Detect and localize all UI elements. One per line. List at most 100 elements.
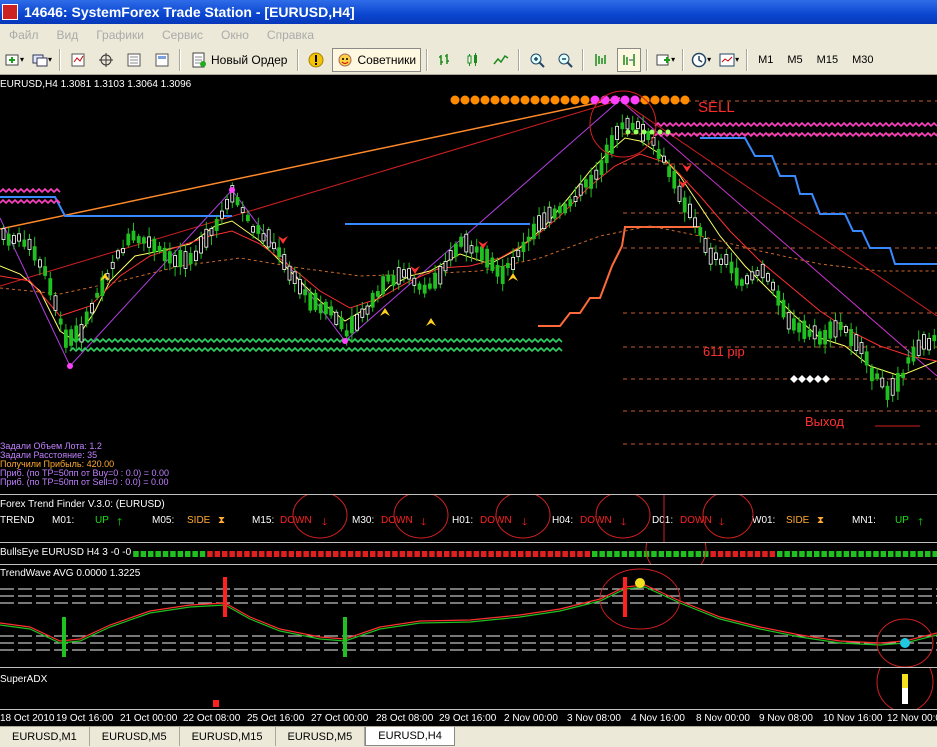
bullseye-square [562,551,568,557]
candle-body [95,292,99,298]
candle-body [141,237,146,244]
tester-button[interactable] [150,48,174,72]
indicators-icon [656,54,671,65]
expert-info: Задали Объем Лота: 1.2 Задали Расстояние… [0,442,169,487]
candle-body [615,125,619,141]
menu-tools[interactable]: Сервис [153,28,212,42]
candle-body [339,317,344,330]
bullseye-square [495,551,502,557]
signal-dot [510,95,520,105]
bullseye-square [606,551,613,557]
bullseye-square [244,551,250,557]
annotation-circle [495,495,551,539]
timeframe-m30[interactable]: M30 [845,54,880,66]
navigator-button[interactable] [94,48,118,72]
market-watch-button[interactable] [66,48,90,72]
time-axis: 18 Oct 2010 19 Oct 16:00 21 Oct 00:00 22… [0,709,937,726]
toolbar-separator [518,48,521,71]
auto-scroll-button[interactable] [589,48,613,72]
candle-body [74,325,79,341]
candle-body [245,214,250,222]
time-label: 10 Nov 16:00 [823,713,883,724]
zoom-in-button[interactable] [525,48,549,72]
annotation-circle [595,495,651,539]
profiles-button[interactable]: ▾ [30,48,54,72]
candle-body [620,122,625,130]
zoom-out-button[interactable] [553,48,577,72]
trend-finder-panel[interactable]: Forex Trend Finder V.3.0: (EURUSD) TREND… [0,494,937,543]
indicators-button[interactable]: ▾ [653,48,677,72]
tab-eurusd-m1[interactable]: EURUSD,M1 [0,727,90,746]
bullseye-square [362,551,369,557]
periods-button[interactable]: ▾ [689,48,713,72]
menu-file[interactable]: Файл [0,28,48,42]
candle-chart-button[interactable] [461,48,485,72]
new-chart-button[interactable]: ▾ [2,48,26,72]
timeframe-m5[interactable]: M5 [780,54,809,66]
candle-body [209,228,214,236]
candle-body [443,261,448,272]
experts-button[interactable]: Советники [332,47,422,72]
bullseye-square [902,551,909,557]
candle-body [838,322,843,331]
candle-body [188,252,193,264]
candle-body [729,261,734,274]
candle-body [178,249,183,268]
menu-window[interactable]: Окно [212,28,258,42]
candle-body [433,272,438,289]
candle-body [287,265,292,281]
signal-arrows [100,164,692,326]
bullseye-panel[interactable]: BullsEye EURUSD H4 3 -0 -0 [0,542,937,565]
terminal-button[interactable] [122,48,146,72]
trendwave-panel[interactable]: TrendWave AVG 0.0000 1.3225 [0,564,937,668]
bullseye-square [858,551,864,557]
time-label: 2 Nov 00:00 [504,713,558,724]
candle-body [526,236,531,242]
bullseye-square [370,551,376,557]
candle-body [464,233,469,253]
trend-line-orange [0,97,621,230]
trend-annotations [292,495,754,543]
price-chart[interactable]: EURUSD,H4 1.3081 1.3103 1.3064 1.3096 SE… [0,76,937,494]
candle-body [844,326,848,333]
bullseye-square [518,551,524,557]
buy-arrow [426,318,436,326]
signal-dot [670,95,680,105]
bullseye-square [814,551,820,557]
signal-dot [520,95,530,105]
time-label: 12 Nov 00:00 [887,713,937,724]
pink-band [654,121,937,128]
candle-body [812,325,817,340]
menu-help[interactable]: Справка [258,28,323,42]
timeframe-m15[interactable]: M15 [810,54,845,66]
candle-body [261,233,266,242]
tab-eurusd-m5-second[interactable]: EURUSD,M5 [275,727,366,746]
candle-body [183,251,188,269]
tab-eurusd-m15[interactable]: EURUSD,M15 [179,727,276,746]
ma-slow-line [0,153,937,362]
line-chart-button[interactable] [489,48,513,72]
new-order-button[interactable]: Новый Ордер [186,48,292,72]
menu-charts[interactable]: Графики [87,28,153,42]
bullseye-square [880,551,887,557]
tab-eurusd-m5[interactable]: EURUSD,M5 [89,727,180,746]
candle-body [901,372,905,379]
bar-chart-button[interactable] [433,48,457,72]
candle-body [776,290,781,306]
bullseye-square [584,551,591,557]
chart-shift-button[interactable] [617,47,642,72]
bullseye-square [399,551,406,557]
alert-button[interactable] [304,48,328,72]
diamond-marker [822,375,830,383]
menu-view[interactable]: Вид [48,28,88,42]
candle-body [469,245,474,254]
trendwave-title: TrendWave AVG 0.0000 1.3225 [0,568,141,579]
templates-button[interactable]: ▾ [717,48,741,72]
zigzag-vertex [229,187,235,193]
timeframe-m1[interactable]: M1 [751,54,780,66]
bullseye-square [310,551,317,557]
signal-dot [450,95,460,105]
superadx-panel[interactable]: SuperADX [0,667,937,710]
candle-body [116,250,120,259]
tab-eurusd-h4[interactable]: EURUSD,H4 [365,727,455,746]
